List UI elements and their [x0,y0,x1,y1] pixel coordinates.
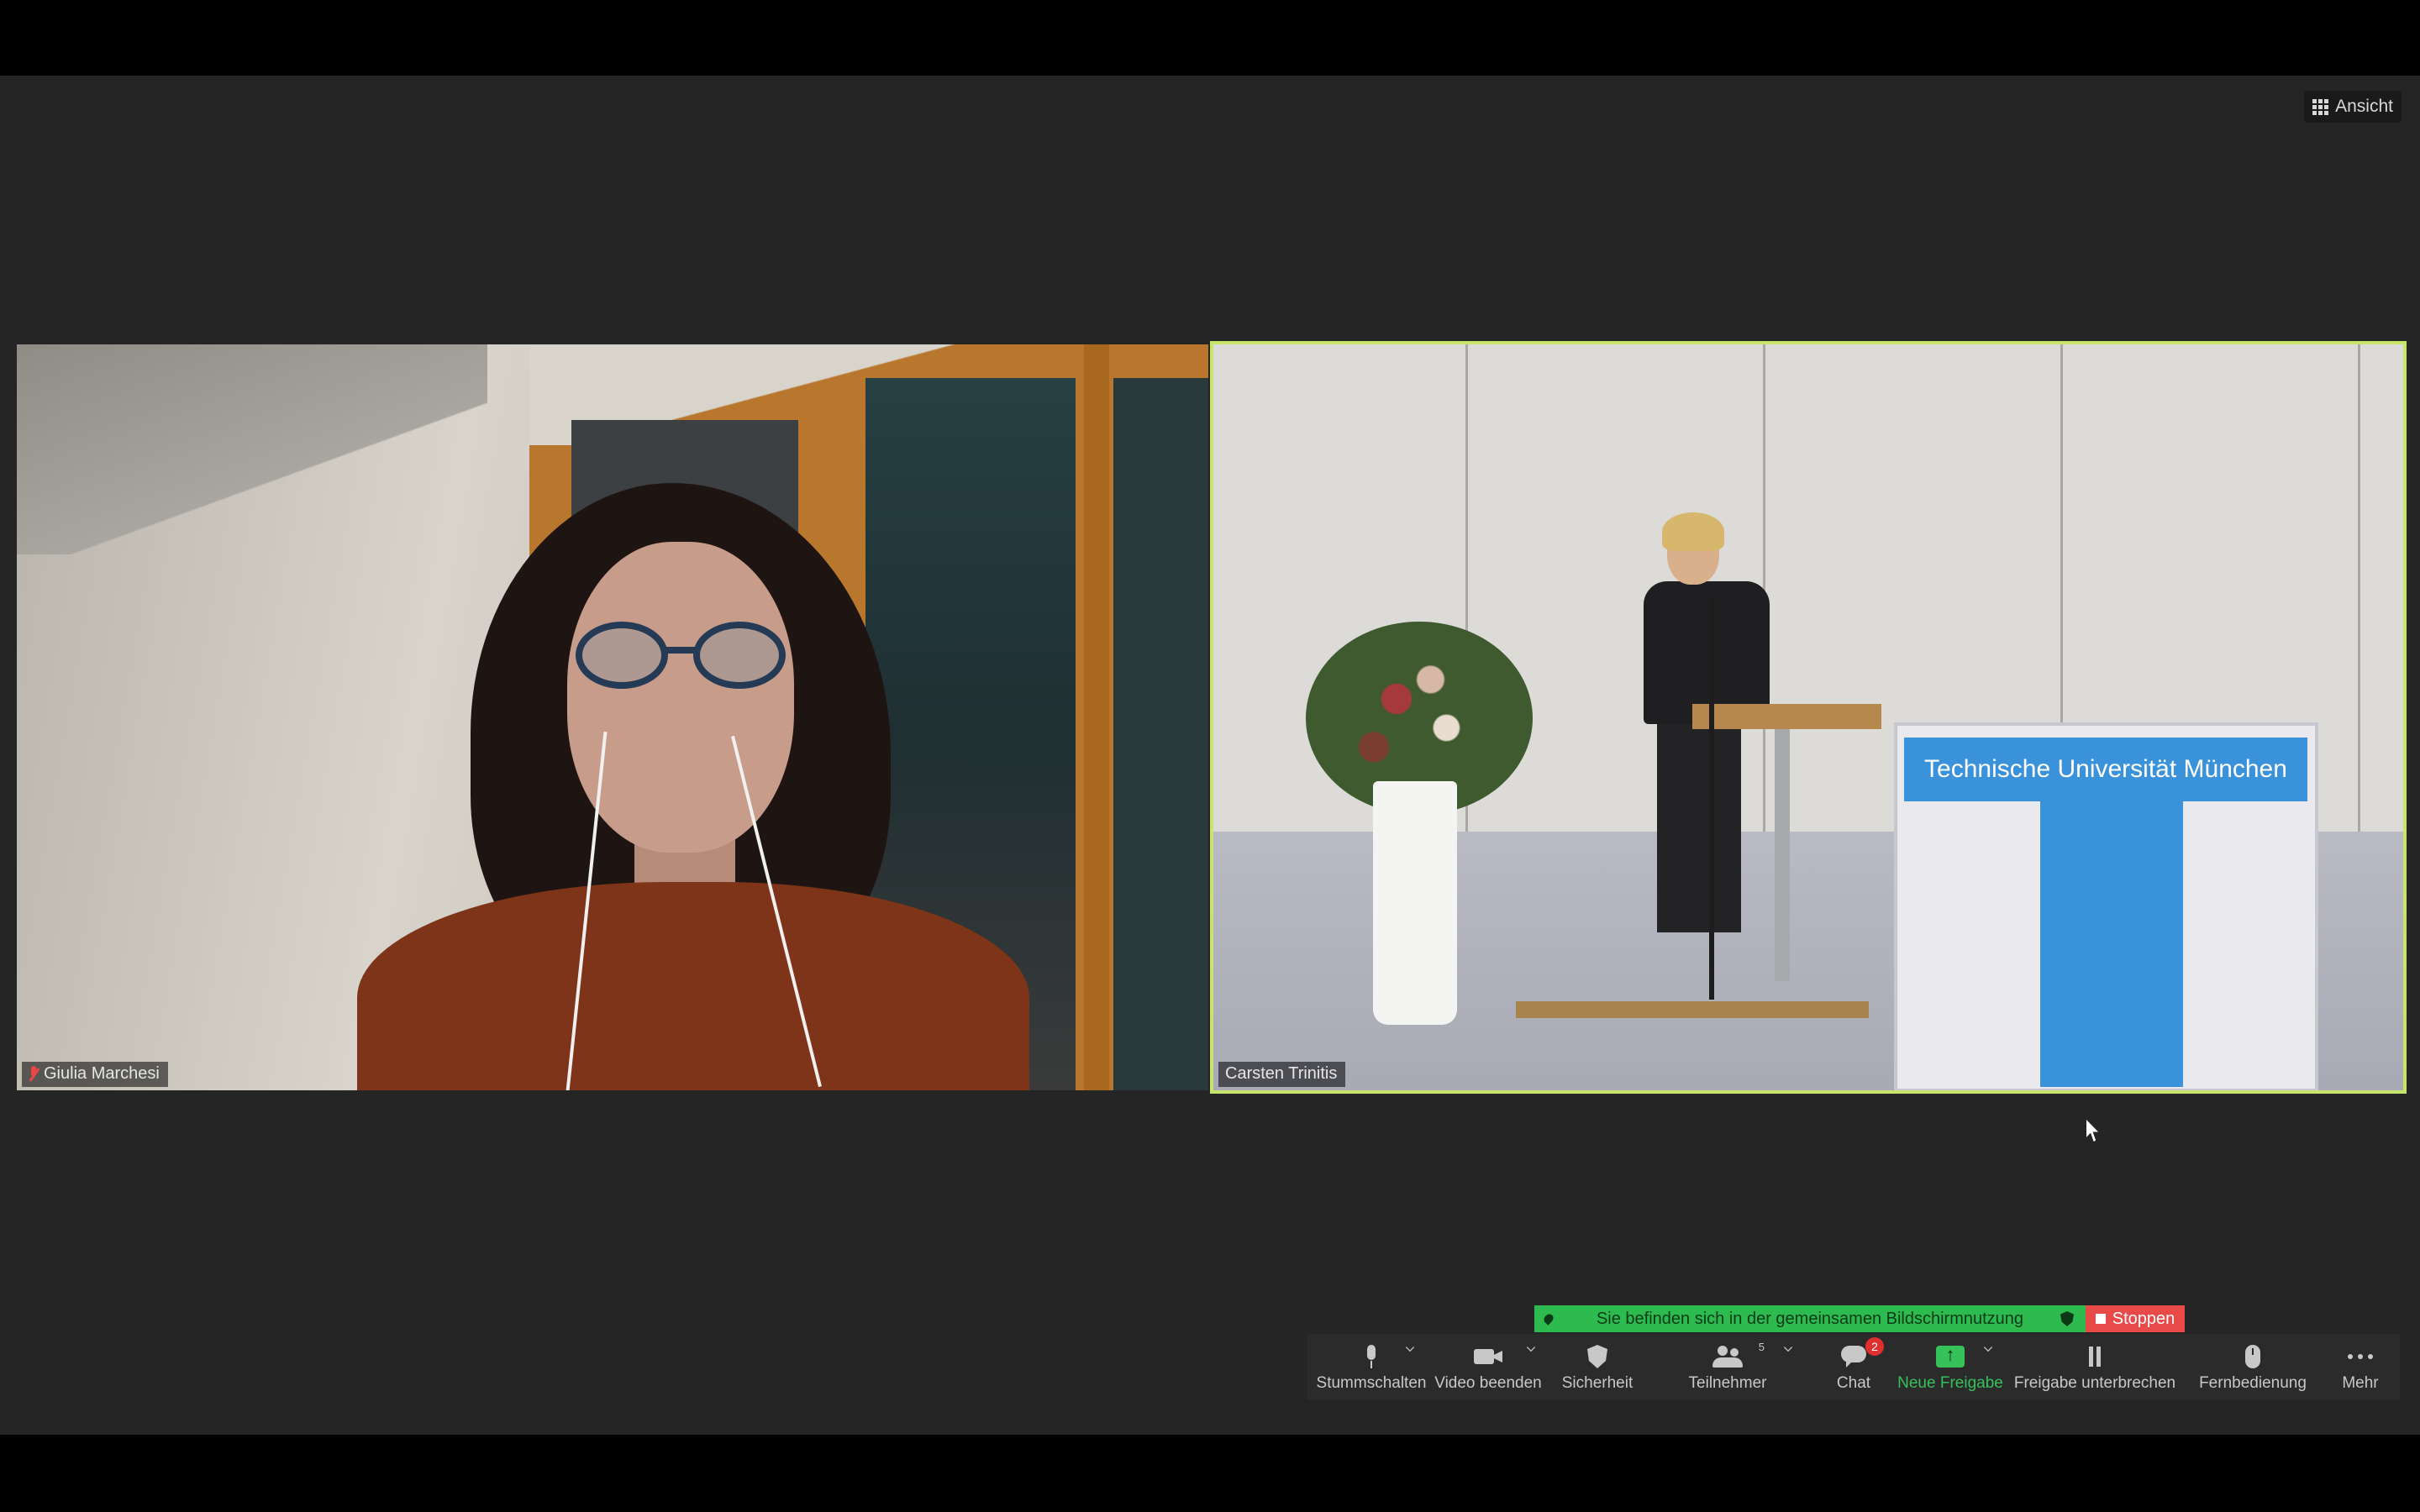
microphone-icon [1365,1345,1378,1368]
stop-icon [2095,1314,2106,1324]
chat-label: Chat [1836,1374,1871,1392]
participants-count: 5 [1758,1341,1765,1353]
grid-view-icon [2312,98,2329,115]
mic-muted-icon [29,1065,39,1083]
participants-button[interactable]: 5 Teilnehmer [1677,1341,1778,1393]
shield-icon [2060,1311,2074,1326]
chat-button[interactable]: 2 Chat [1812,1337,1896,1393]
view-button-label: Ansicht [2335,97,2393,116]
chat-icon [1841,1346,1866,1368]
chat-unread-badge: 2 [1865,1337,1884,1356]
stop-video-label: Video beenden [1434,1374,1542,1392]
stop-share-button[interactable]: Stoppen [2086,1305,2185,1332]
participant-name-tag: Carsten Trinitis [1218,1062,1346,1087]
participant-name: Giulia Marchesi [44,1064,160,1083]
university-lectern: Technische Universität München [1894,722,2318,1090]
meeting-toolbar: Stummschalten Video beenden Sicherheit 5… [1307,1334,2400,1399]
security-shield-icon [1587,1345,1607,1368]
security-button[interactable]: Sicherheit [1551,1341,1644,1393]
mouse-icon [2245,1345,2260,1368]
flower-vase [1373,781,1457,1025]
participants-options-chevron-icon[interactable] [1783,1342,1793,1352]
video-camera-icon [1474,1347,1502,1366]
new-share-label: Neue Freigabe [1897,1374,2003,1392]
letterbox-top [0,0,2420,76]
more-button[interactable]: Mehr [2331,1341,2390,1393]
participant-name: Carsten Trinitis [1225,1064,1338,1083]
microphone-stand [1709,596,1714,1000]
participant-name-tag: Giulia Marchesi [22,1062,168,1087]
screen-share-banner: Sie befinden sich in der gemeinsamen Bil… [1534,1305,2185,1332]
pin-icon[interactable] [1542,1312,1555,1326]
more-label: Mehr [2342,1374,2379,1392]
participants-icon [1712,1346,1743,1368]
lectern-sign-text: Technische Universität München [1924,755,2287,783]
pause-share-label: Freigabe unterbrechen [2013,1374,2176,1392]
share-status-text: Sie befinden sich in der gemeinsamen Bil… [1596,1309,2024,1328]
video-tile-participant-1[interactable]: Giulia Marchesi [17,344,1208,1090]
letterbox-bottom [0,1435,2420,1512]
video-tile-participant-2-active-speaker[interactable]: Technische Universität München Carsten T… [1210,341,2407,1094]
view-button[interactable]: Ansicht [2304,91,2402,123]
speaker-person [1644,581,1770,724]
stop-video-button[interactable]: Video beenden [1434,1341,1543,1393]
pause-share-button[interactable]: Freigabe unterbrechen [2013,1341,2176,1393]
participants-label: Teilnehmer [1688,1374,1767,1392]
security-label: Sicherheit [1561,1374,1634,1392]
stop-share-label: Stoppen [2112,1309,2175,1328]
remote-control-button[interactable]: Fernbedienung [2198,1341,2307,1393]
more-dots-icon [2348,1354,2373,1359]
mute-button[interactable]: Stummschalten [1307,1341,1435,1393]
share-screen-icon [1936,1344,1965,1368]
speaker-lectern [1692,704,1881,729]
remote-control-label: Fernbedienung [2199,1374,2307,1392]
pause-icon [2087,1347,2102,1367]
mute-label: Stummschalten [1316,1374,1427,1392]
share-status: Sie befinden sich in der gemeinsamen Bil… [1534,1305,2086,1332]
glasses [576,622,787,689]
